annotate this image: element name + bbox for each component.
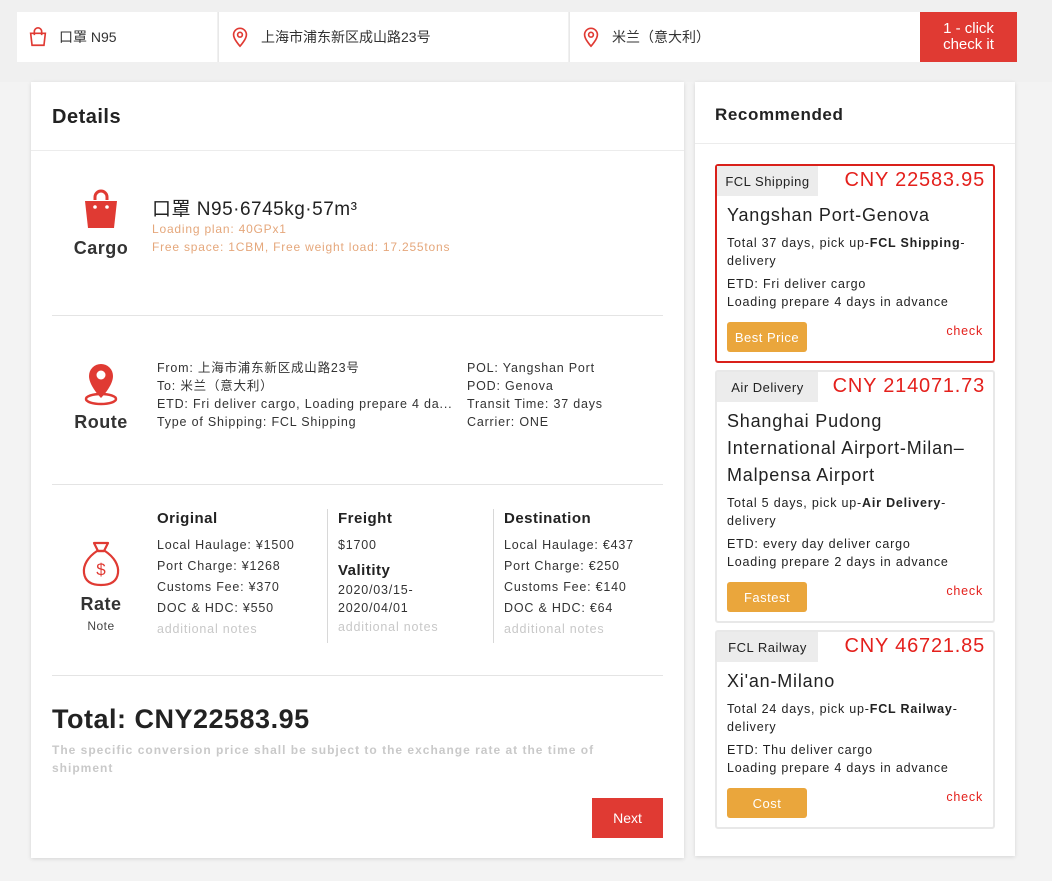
- loading-plan: Loading plan: 40GPx1: [152, 222, 287, 236]
- route-section-icon: Route: [51, 358, 151, 433]
- destination-line: DOC & HDC: €64: [504, 601, 614, 615]
- mode-tag: Air Delivery: [717, 372, 818, 402]
- original-line: Port Charge: ¥1268: [157, 559, 281, 573]
- column-divider: [327, 509, 328, 643]
- destination-line: Customs Fee: €140: [504, 580, 627, 594]
- freight-heading: Freight: [338, 510, 393, 527]
- cost-badge[interactable]: Cost: [727, 788, 807, 818]
- location-pin-icon: [229, 26, 251, 48]
- destination-column: Destination Local Haulage: €437 Port Cha…: [504, 510, 634, 640]
- validity-heading: Valitity: [338, 562, 391, 579]
- goods-field[interactable]: 口罩 N95: [17, 12, 217, 62]
- route-transit: Transit Time: 37 days: [467, 397, 603, 411]
- details-title: Details: [52, 106, 122, 128]
- destination-field[interactable]: 米兰（意大利）: [569, 12, 920, 62]
- divider: [52, 675, 663, 676]
- cargo-section-icon: Cargo: [51, 186, 151, 259]
- mode-tag: FCL Shipping: [717, 166, 818, 196]
- option-card-air-delivery[interactable]: Air Delivery CNY 214071.73 Shanghai Pudo…: [715, 370, 995, 623]
- divider: [52, 484, 663, 485]
- next-button[interactable]: Next: [592, 798, 663, 838]
- option-card-fcl-railway[interactable]: FCL Railway CNY 46721.85 Xi'an-Milano To…: [715, 630, 995, 829]
- option-price: CNY 22583.95: [844, 169, 985, 191]
- route-from: From: 上海市浦东新区成山路23号: [157, 361, 360, 375]
- route-type: Type of Shipping: FCL Shipping: [157, 415, 357, 429]
- destination-line: Local Haulage: €437: [504, 538, 634, 552]
- original-column: Original Local Haulage: ¥1500 Port Charg…: [157, 510, 295, 640]
- destination-heading: Destination: [504, 510, 592, 527]
- fastest-badge[interactable]: Fastest: [727, 582, 807, 612]
- free-space: Free space: 1CBM, Free weight load: 17.2…: [152, 240, 451, 254]
- original-heading: Original: [157, 510, 218, 527]
- divider: [31, 150, 684, 151]
- original-line: Local Haulage: ¥1500: [157, 538, 295, 552]
- destination-line: Port Charge: €250: [504, 559, 620, 573]
- option-card-fcl-shipping[interactable]: FCL Shipping CNY 22583.95 Yangshan Port-…: [715, 164, 995, 363]
- route-label: Route: [74, 412, 128, 432]
- option-etd: ETD: Thu deliver cargo: [727, 743, 873, 757]
- divider: [695, 143, 1015, 144]
- route-pol: POL: Yangshan Port: [467, 361, 595, 375]
- freight-notes[interactable]: additional notes: [338, 617, 438, 638]
- rate-section-icon: $ Rate Note: [51, 540, 151, 633]
- option-desc: Total 5 days, pick up-Air Delivery-deliv…: [727, 496, 947, 528]
- route-etd: ETD: Fri deliver cargo, Loading prepare …: [157, 397, 453, 411]
- original-notes[interactable]: additional notes: [157, 619, 295, 640]
- option-etd: ETD: every day deliver cargo: [727, 537, 911, 551]
- rate-note: Note: [87, 619, 115, 633]
- option-etd: ETD: Fri deliver cargo: [727, 277, 867, 291]
- validity-line: 2020/03/15-: [338, 583, 414, 597]
- best-price-badge[interactable]: Best Price: [727, 322, 807, 352]
- destination-notes[interactable]: additional notes: [504, 619, 634, 640]
- validity-line: 2020/04/01: [338, 601, 409, 615]
- shopping-bag-icon: [85, 189, 117, 228]
- origin-value: 上海市浦东新区成山路23号: [261, 29, 431, 45]
- option-route: Yangshan Port-Genova: [727, 205, 930, 225]
- option-desc: Total 24 days, pick up-FCL Railway-deliv…: [727, 702, 958, 734]
- mode-tag: FCL Railway: [717, 632, 818, 662]
- location-pin-icon: [84, 364, 118, 406]
- location-pin-icon: [580, 26, 602, 48]
- origin-field[interactable]: 上海市浦东新区成山路23号: [218, 12, 568, 62]
- original-line: Customs Fee: ¥370: [157, 580, 280, 594]
- goods-value: 口罩 N95: [59, 29, 117, 45]
- route-to: To: 米兰（意大利）: [157, 379, 274, 393]
- shopping-bag-icon: [27, 26, 49, 48]
- one-click-check-button[interactable]: 1 - click check it: [920, 12, 1017, 62]
- money-bag-icon: $: [82, 541, 120, 587]
- option-route: Shanghai Pudong International Airport-Mi…: [727, 411, 965, 485]
- total-price: Total: CNY22583.95: [52, 704, 310, 734]
- check-link[interactable]: check: [946, 324, 983, 338]
- original-line: DOC & HDC: ¥550: [157, 601, 274, 615]
- recommended-panel: Recommended FCL Shipping CNY 22583.95 Ya…: [695, 82, 1015, 856]
- rate-label: Rate: [80, 594, 122, 614]
- recommended-title: Recommended: [715, 105, 844, 124]
- divider: [52, 315, 663, 316]
- details-panel: Details Cargo 口罩 N95·6745kg·57m³ Loading…: [31, 82, 684, 858]
- column-divider: [493, 509, 494, 643]
- destination-value: 米兰（意大利）: [612, 29, 710, 45]
- exchange-disclaimer: The specific conversion price shall be s…: [52, 743, 595, 775]
- check-link[interactable]: check: [946, 584, 983, 598]
- option-prepare: Loading prepare 4 days in advance: [727, 761, 949, 775]
- route-pod: POD: Genova: [467, 379, 554, 393]
- option-desc: Total 37 days, pick up-FCL Shipping-deli…: [727, 236, 966, 268]
- option-price: CNY 214071.73: [832, 375, 985, 397]
- cargo-label: Cargo: [73, 238, 129, 258]
- search-bar: 口罩 N95 上海市浦东新区成山路23号 米兰（意大利） 1 - click c…: [0, 0, 1052, 82]
- option-price: CNY 46721.85: [844, 635, 985, 657]
- freight-value: $1700: [338, 538, 377, 552]
- cargo-title: 口罩 N95·6745kg·57m³: [152, 199, 358, 220]
- svg-text:$: $: [96, 560, 106, 579]
- option-route: Xi'an-Milano: [727, 671, 836, 691]
- option-prepare: Loading prepare 2 days in advance: [727, 555, 949, 569]
- check-link[interactable]: check: [946, 790, 983, 804]
- option-prepare: Loading prepare 4 days in advance: [727, 295, 949, 309]
- route-carrier: Carrier: ONE: [467, 415, 549, 429]
- freight-column: Freight $1700 Valitity 2020/03/15- 2020/…: [338, 510, 438, 638]
